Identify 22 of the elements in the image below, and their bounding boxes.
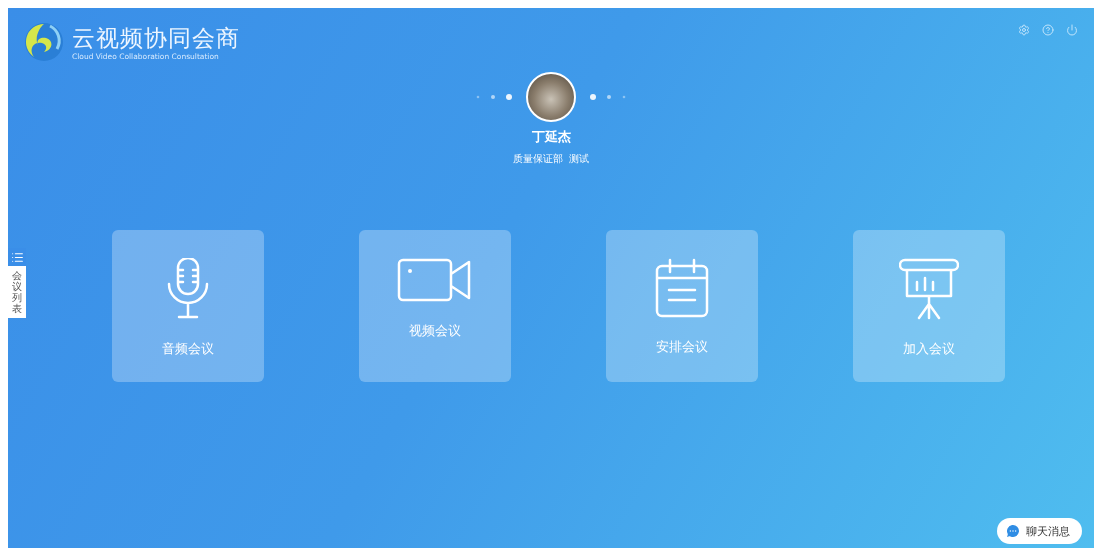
chat-bubble-icon — [1005, 523, 1021, 539]
presentation-board-icon — [898, 258, 959, 320]
meeting-action-button[interactable]: 音频会议 — [111, 230, 264, 382]
user-department: 质量保证部 测试 — [512, 152, 590, 166]
microphone-icon — [165, 258, 210, 320]
help-button[interactable] — [1042, 24, 1054, 36]
calendar-icon — [653, 258, 710, 318]
chat-button[interactable]: 聊天消息 — [997, 518, 1082, 544]
dots-icon — [474, 93, 514, 101]
app-title: 云视频协同会商 — [72, 23, 240, 52]
dots-icon — [588, 93, 628, 101]
power-button[interactable] — [1066, 24, 1078, 36]
meeting-action-button[interactable]: 视频会议 — [358, 230, 511, 382]
avatar-placeholder — [526, 72, 576, 122]
settings-button[interactable] — [1018, 24, 1030, 36]
meeting-action-button[interactable]: 加入会议 — [852, 230, 1005, 382]
meeting-list-tab[interactable]: 会议列表 — [8, 248, 26, 318]
meeting-action-button[interactable]: 安排会议 — [605, 230, 758, 382]
logo-icon — [24, 22, 64, 62]
video-camera-icon — [396, 258, 473, 302]
user-name: 丁延杰 — [531, 128, 571, 146]
list-icon — [8, 248, 26, 266]
